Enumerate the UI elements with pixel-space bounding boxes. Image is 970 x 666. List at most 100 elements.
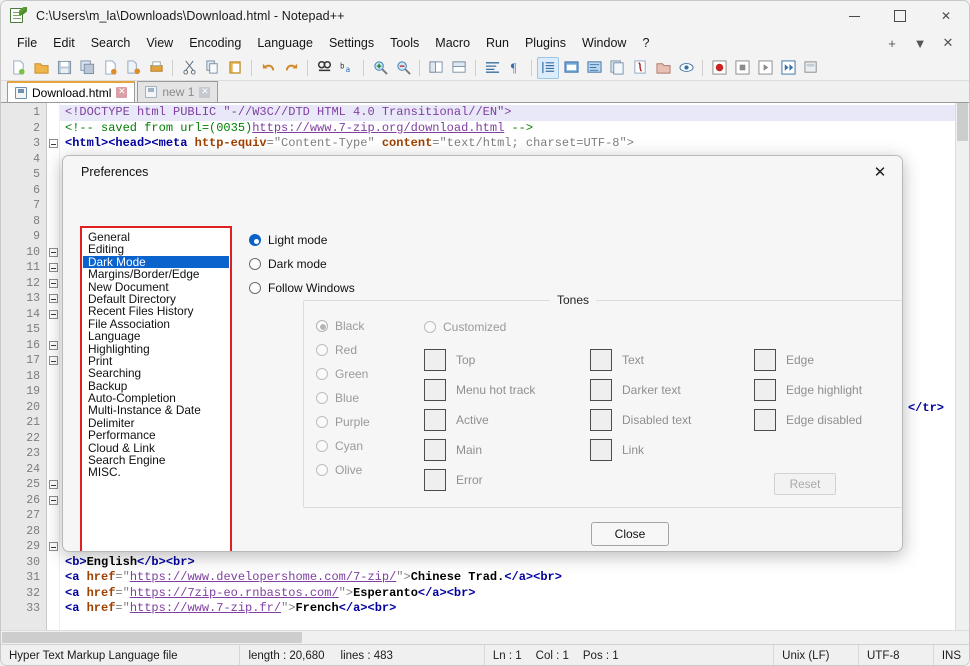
show-all-chars-icon[interactable]: ¶ bbox=[504, 57, 526, 79]
fold-marker[interactable] bbox=[47, 539, 59, 555]
color-swatch-row[interactable]: Edge highlight bbox=[754, 375, 862, 405]
color-swatch-button[interactable] bbox=[424, 379, 446, 401]
sync-vertical-icon[interactable] bbox=[425, 57, 447, 79]
zoom-out-icon[interactable] bbox=[392, 57, 414, 79]
radio-tone-black[interactable]: Black bbox=[316, 314, 370, 338]
code-line[interactable]: <b>English</b><br> bbox=[60, 555, 969, 571]
redo-icon[interactable] bbox=[280, 57, 302, 79]
save-all-icon[interactable] bbox=[76, 57, 98, 79]
reset-button[interactable]: Reset bbox=[774, 473, 836, 495]
color-swatch-button[interactable] bbox=[424, 469, 446, 491]
tab-download-html[interactable]: Download.html ✕ bbox=[7, 81, 135, 102]
menu-encoding[interactable]: Encoding bbox=[181, 34, 249, 52]
category-list-item[interactable]: Language bbox=[83, 330, 229, 342]
print-icon[interactable] bbox=[145, 57, 167, 79]
radio-tone-red[interactable]: Red bbox=[316, 338, 370, 362]
color-swatch-button[interactable] bbox=[590, 439, 612, 461]
radio-customized[interactable]: Customized bbox=[424, 315, 506, 339]
sync-horizontal-icon[interactable] bbox=[448, 57, 470, 79]
menu-settings[interactable]: Settings bbox=[321, 34, 382, 52]
user-defined-dialog-icon[interactable] bbox=[560, 57, 582, 79]
find-icon[interactable] bbox=[313, 57, 335, 79]
color-swatch-row[interactable]: Error bbox=[424, 465, 535, 495]
radio-follow-windows[interactable]: Follow Windows bbox=[249, 276, 355, 300]
new-file-icon[interactable] bbox=[7, 57, 29, 79]
tab-list-icon[interactable]: ▼ bbox=[913, 36, 927, 51]
play-macro-icon[interactable] bbox=[754, 57, 776, 79]
category-list-item[interactable]: Margins/Border/Edge bbox=[83, 268, 229, 280]
color-swatch-row[interactable]: Active bbox=[424, 405, 535, 435]
fold-marker[interactable] bbox=[47, 136, 59, 152]
color-swatch-button[interactable] bbox=[590, 349, 612, 371]
code-folding-column[interactable] bbox=[47, 103, 60, 630]
minimize-button[interactable] bbox=[831, 1, 877, 31]
preferences-category-list[interactable]: GeneralEditingDark ModeMargins/Border/Ed… bbox=[83, 229, 229, 552]
menu-language[interactable]: Language bbox=[249, 34, 321, 52]
fold-marker[interactable] bbox=[47, 291, 59, 307]
fast-play-macro-icon[interactable] bbox=[777, 57, 799, 79]
category-list-item[interactable]: Searching bbox=[83, 367, 229, 379]
color-swatch-button[interactable] bbox=[590, 379, 612, 401]
color-swatch-button[interactable] bbox=[754, 409, 776, 431]
color-swatch-row[interactable]: Menu hot track bbox=[424, 375, 535, 405]
color-swatch-row[interactable]: Darker text bbox=[590, 375, 691, 405]
color-swatch-row[interactable]: Main bbox=[424, 435, 535, 465]
copy-icon[interactable] bbox=[201, 57, 223, 79]
paste-icon[interactable] bbox=[224, 57, 246, 79]
color-swatch-row[interactable]: Edge bbox=[754, 345, 862, 375]
radio-button-icon[interactable] bbox=[316, 416, 328, 428]
dialog-close-button[interactable]: Close bbox=[591, 522, 669, 546]
radio-button-icon[interactable] bbox=[316, 320, 328, 332]
menu-macro[interactable]: Macro bbox=[427, 34, 478, 52]
color-swatch-button[interactable] bbox=[754, 379, 776, 401]
fold-marker[interactable] bbox=[47, 493, 59, 509]
menu-search[interactable]: Search bbox=[83, 34, 139, 52]
save-macro-icon[interactable] bbox=[800, 57, 822, 79]
cut-icon[interactable] bbox=[178, 57, 200, 79]
dialog-close-icon[interactable]: ✕ bbox=[858, 156, 902, 188]
color-swatch-row[interactable]: Edge disabled bbox=[754, 405, 862, 435]
tab-close-icon[interactable]: ✕ bbox=[199, 87, 210, 98]
code-line[interactable]: <a href="https://www.developershome.com/… bbox=[60, 570, 969, 586]
code-line[interactable]: <!DOCTYPE html PUBLIC "-//W3C//DTD HTML … bbox=[60, 105, 969, 121]
fold-marker[interactable] bbox=[47, 338, 59, 354]
menu-plugins[interactable]: Plugins bbox=[517, 34, 574, 52]
category-list-item[interactable]: Multi-Instance & Date bbox=[83, 404, 229, 416]
color-swatch-row[interactable]: Top bbox=[424, 345, 535, 375]
menu-run[interactable]: Run bbox=[478, 34, 517, 52]
radio-button-icon[interactable] bbox=[424, 321, 436, 333]
color-swatch-row[interactable]: Link bbox=[590, 435, 691, 465]
radio-tone-blue[interactable]: Blue bbox=[316, 386, 370, 410]
category-list-item[interactable]: Performance bbox=[83, 429, 229, 441]
radio-button-icon[interactable] bbox=[316, 344, 328, 356]
close-all-icon[interactable] bbox=[122, 57, 144, 79]
scrollbar-thumb[interactable] bbox=[2, 632, 302, 643]
color-swatch-button[interactable] bbox=[424, 349, 446, 371]
editor-horizontal-scrollbar[interactable] bbox=[1, 630, 969, 644]
code-line[interactable]: <a href="https://7zip-eo.rnbastos.com/">… bbox=[60, 586, 969, 602]
word-wrap-icon[interactable] bbox=[481, 57, 503, 79]
radio-button-icon[interactable] bbox=[249, 258, 261, 270]
fold-marker[interactable] bbox=[47, 260, 59, 276]
radio-tone-purple[interactable]: Purple bbox=[316, 410, 370, 434]
fold-marker[interactable] bbox=[47, 353, 59, 369]
radio-light-mode[interactable]: Light mode bbox=[249, 228, 355, 252]
save-icon[interactable] bbox=[53, 57, 75, 79]
function-list-icon[interactable] bbox=[629, 57, 651, 79]
fold-marker[interactable] bbox=[47, 477, 59, 493]
radio-button-icon[interactable] bbox=[316, 392, 328, 404]
code-line[interactable]: <!-- saved from url=(0035)https://www.7-… bbox=[60, 121, 969, 137]
monitoring-icon[interactable] bbox=[675, 57, 697, 79]
radio-dark-mode[interactable]: Dark mode bbox=[249, 252, 355, 276]
fold-marker[interactable] bbox=[47, 307, 59, 323]
menu-file[interactable]: File bbox=[9, 34, 45, 52]
stop-record-icon[interactable] bbox=[731, 57, 753, 79]
radio-tone-olive[interactable]: Olive bbox=[316, 458, 370, 482]
menu-view[interactable]: View bbox=[138, 34, 181, 52]
doc-map-icon[interactable] bbox=[583, 57, 605, 79]
undo-icon[interactable] bbox=[257, 57, 279, 79]
close-window-button[interactable]: ✕ bbox=[923, 1, 969, 31]
new-tab-icon[interactable]: + bbox=[885, 36, 899, 51]
tab-new-1[interactable]: new 1 ✕ bbox=[137, 81, 218, 102]
radio-button-icon[interactable] bbox=[249, 282, 261, 294]
